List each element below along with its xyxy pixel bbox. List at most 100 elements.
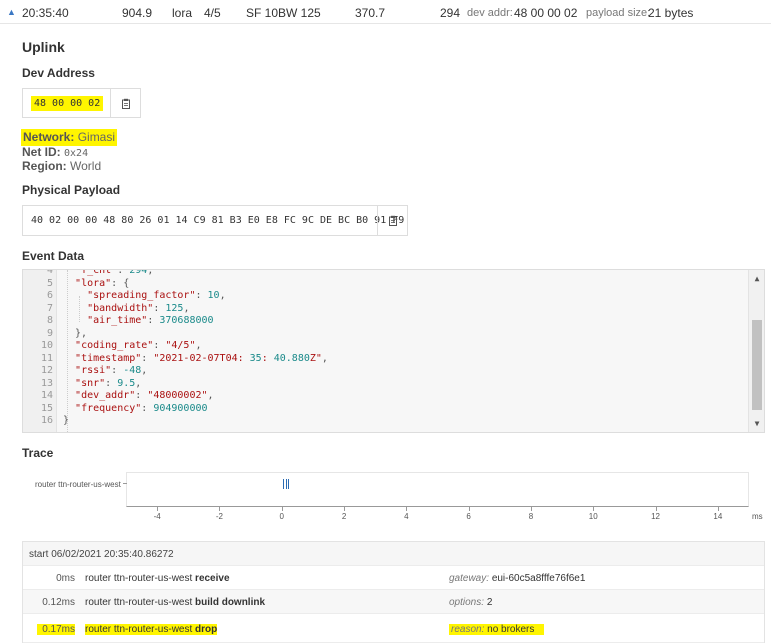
trace-tick-mark — [281, 507, 283, 511]
event-meta: gateway: eui-60c5a8fffe76f6e1 — [449, 573, 585, 584]
uplink-title: Uplink — [22, 39, 65, 55]
trace-chart: router ttn-router-us-west -4 -2 0 2 4 6 8 10 12 1… — [22, 472, 765, 522]
region-label: Region: — [22, 159, 67, 173]
trace-tick-label: 8 — [528, 512, 534, 521]
line-number: 5 — [46, 277, 53, 289]
event-meta: reason: no brokers — [449, 624, 545, 635]
line-number: 11 — [40, 352, 53, 364]
table-start-row: start 06/02/2021 20:35:40.86272 — [23, 542, 764, 566]
event-meta-key: reason: — [451, 624, 488, 635]
trace-tick-label: -2 — [215, 512, 223, 521]
event-counter: 294 — [440, 6, 461, 20]
trace-row-tick — [123, 483, 127, 484]
trace-event-bar[interactable] — [282, 479, 284, 489]
code-text: "spreading_factor": 10, — [87, 290, 226, 301]
netid-value: 0x24 — [64, 148, 89, 159]
line-number: 16 — [40, 415, 53, 426]
code-text: "rssi": -48, — [75, 365, 148, 376]
network-line: Network: Gimasi — [21, 129, 118, 146]
trace-tick-label: 4 — [404, 512, 409, 521]
physical-payload-value[interactable]: 40 02 00 00 48 80 26 01 14 C9 81 B3 E0 E… — [31, 206, 404, 235]
dev-addr-value: 48 00 00 02 — [514, 6, 578, 20]
code-text: "lora": { — [75, 277, 130, 289]
trace-tick-mark — [406, 507, 408, 511]
code-text: "bandwidth": 125, — [87, 302, 190, 314]
event-meta-value: no brokers — [487, 624, 535, 635]
trace-tick-label: -4 — [153, 512, 161, 521]
event-meta-value: eui-60c5a8fffe76f6e1 — [491, 573, 586, 584]
trace-plot-area — [123, 472, 749, 507]
dev-address-box: 48 00 00 02 — [22, 88, 141, 118]
netid-line: Net ID: 0x24 — [22, 145, 88, 159]
table-row: 0.12ms router ttn-router-us-west build do… — [23, 590, 764, 614]
trace-tick-label: 10 — [588, 512, 598, 521]
table-row: 0.17ms router ttn-router-us-west drop reas… — [23, 614, 764, 643]
line-number: 13 — [40, 377, 53, 389]
payload-size-value: 21 bytes — [648, 6, 694, 20]
trace-tick-mark — [344, 507, 346, 511]
scroll-down-icon[interactable]: ▼ — [749, 419, 764, 428]
line-number: 10 — [40, 340, 53, 351]
table-row: 0ms router ttn-router-us-west receive gate… — [23, 566, 764, 590]
code-text: } — [63, 415, 70, 426]
start-timestamp: start 06/02/2021 20:35:40.86272 — [29, 549, 174, 560]
physical-payload-box: 40 02 00 00 48 80 26 01 14 C9 81 B3 E0 E… — [22, 205, 408, 236]
trace-tick-label: 0 — [279, 512, 284, 521]
trace-tick-label: 12 — [651, 512, 660, 521]
line-number: 8 — [46, 315, 53, 326]
trace-tick-mark — [593, 507, 595, 511]
code-text: "timestamp": "2021-02-07T04: 35: 40.880Z… — [75, 352, 328, 364]
event-action: router ttn-router-us-west build downlink — [85, 597, 265, 608]
line-number: 12 — [40, 365, 53, 376]
trace-unit: ms — [752, 512, 763, 521]
line-number: 4 — [46, 269, 53, 276]
payload-size-label: payload size: — [586, 7, 651, 19]
code-text: "dev_addr": "48000002", — [75, 390, 214, 401]
code-text: "air_time": 370688000 — [87, 315, 214, 326]
event-meta: options: 2 — [449, 597, 492, 608]
trace-router-label: router ttn-router-us-west — [35, 480, 121, 489]
scroll-up-icon[interactable]: ▲ — [749, 274, 764, 283]
trace-event-bar[interactable] — [288, 479, 290, 489]
event-sf: SF 10 — [246, 6, 279, 20]
event-frequency: 904.9 — [122, 6, 153, 20]
trace-tick-label: 6 — [466, 512, 471, 521]
event-duration: 0.17ms — [37, 624, 75, 635]
event-time: 20:35:40 — [22, 6, 69, 20]
code-text: "coding_rate": "4/5", — [75, 340, 202, 351]
event-data-label: Event Data — [22, 249, 85, 263]
line-number: 9 — [46, 327, 53, 339]
event-verb: build downlink — [195, 597, 266, 608]
collapse-caret-icon[interactable]: ▲ — [7, 7, 16, 17]
region-value: World — [70, 159, 102, 173]
event-data-code-viewer[interactable]: 4 "f_cnt": 294, 5 "lora": { 6 "spreading_f… — [22, 269, 765, 433]
clipboard-icon — [388, 215, 397, 226]
event-router: router ttn-router-us-west — [85, 624, 196, 635]
trace-tick-mark — [530, 507, 532, 511]
line-number: 14 — [40, 390, 53, 401]
code-text: "snr": 9.5, — [75, 377, 142, 389]
event-bw: BW 125 — [278, 6, 321, 20]
clipboard-icon — [121, 98, 130, 109]
code-text: }, — [63, 327, 88, 339]
event-meta-key: gateway: — [449, 573, 492, 584]
event-verb: drop — [195, 624, 218, 635]
event-duration: 0.12ms — [42, 597, 75, 608]
line-number: 6 — [46, 290, 53, 301]
code-scrollbar[interactable]: ▲ ▼ — [748, 270, 764, 432]
dev-addr-label: dev addr: — [467, 7, 513, 19]
scroll-thumb[interactable] — [752, 320, 762, 410]
event-meta-key: options: — [449, 597, 487, 608]
copy-payload-button[interactable] — [377, 206, 407, 235]
event-router: router ttn-router-us-west — [85, 597, 196, 608]
event-duration: 0ms — [56, 573, 75, 584]
line-number: 15 — [40, 402, 53, 414]
code-text: "f_cnt": 294, — [75, 269, 154, 276]
copy-dev-address-button[interactable] — [110, 89, 140, 117]
dev-address-value[interactable]: 48 00 00 02 — [31, 95, 104, 111]
code-text: "frequency": 904900000 — [75, 402, 208, 414]
event-summary-row[interactable]: ▲ 20:35:40 904.9 lora 4/5 SF 10 BW 125 3… — [0, 0, 771, 24]
dev-address-label: Dev Address — [22, 66, 95, 80]
event-airtime: 370.7 — [355, 6, 386, 20]
event-action: router ttn-router-us-west receive — [85, 573, 230, 584]
